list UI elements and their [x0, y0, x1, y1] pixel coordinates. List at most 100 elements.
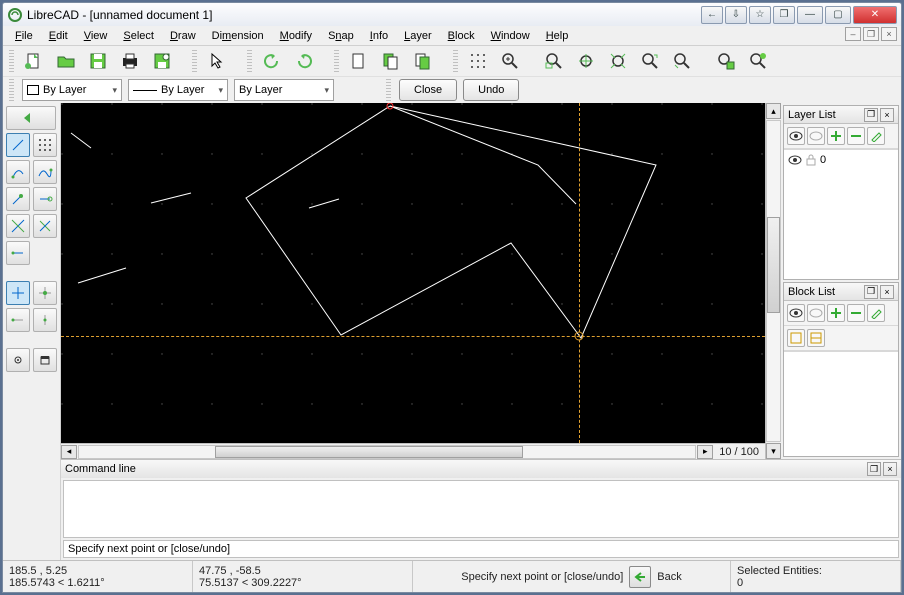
open-icon[interactable]	[52, 48, 80, 74]
layer-add-icon[interactable]	[827, 127, 845, 145]
zoom-in-icon[interactable]	[496, 48, 524, 74]
menu-window[interactable]: Window	[483, 28, 538, 44]
print-icon[interactable]	[116, 48, 144, 74]
zoom-window-icon[interactable]	[636, 48, 664, 74]
spline-tool-icon[interactable]	[33, 160, 57, 184]
menu-draw[interactable]: Draw	[162, 28, 204, 44]
scroll-left-icon[interactable]: ◂	[61, 445, 77, 459]
new-icon[interactable]	[20, 48, 48, 74]
v-scrollbar[interactable]: ▴ ▾	[765, 103, 781, 459]
block-showall-icon[interactable]	[787, 304, 805, 322]
layer-row[interactable]: 0	[788, 154, 894, 166]
panel-close-icon[interactable]: ×	[880, 285, 894, 299]
menu-dimension[interactable]: Dimension	[204, 28, 272, 44]
center-snap-icon[interactable]	[6, 308, 30, 332]
panel-close-icon[interactable]: ×	[883, 462, 897, 476]
grip-icon[interactable]	[9, 50, 14, 72]
cut-icon[interactable]	[345, 48, 373, 74]
paste-icon[interactable]	[409, 48, 437, 74]
grip-icon[interactable]	[9, 79, 14, 101]
block-edit-icon[interactable]	[867, 304, 885, 322]
endpoint-snap-icon[interactable]	[6, 281, 30, 305]
lock-tool-icon[interactable]	[6, 348, 30, 372]
redraw-icon[interactable]	[744, 48, 772, 74]
offset-tool-icon[interactable]	[6, 241, 30, 265]
help-context-icon[interactable]: ←	[701, 6, 723, 24]
menu-file[interactable]: File	[7, 28, 41, 44]
regen-icon[interactable]	[712, 48, 740, 74]
menu-snap[interactable]: Snap	[320, 28, 362, 44]
save-as-icon[interactable]	[148, 48, 176, 74]
close-action-button[interactable]: Close	[399, 79, 457, 101]
zoom-pan-icon[interactable]	[668, 48, 696, 74]
layer-edit-icon[interactable]	[867, 127, 885, 145]
grid-tool-icon[interactable]	[33, 133, 57, 157]
block-hideall-icon[interactable]	[807, 304, 825, 322]
menu-edit[interactable]: Edit	[41, 28, 76, 44]
block-insert-icon[interactable]	[787, 329, 805, 347]
snap-int-tool-icon[interactable]	[6, 214, 30, 238]
grid-icon[interactable]	[464, 48, 492, 74]
layer-hideall-icon[interactable]	[807, 127, 825, 145]
block-save-icon[interactable]	[807, 329, 825, 347]
menu-select[interactable]: Select	[115, 28, 162, 44]
favorite-icon[interactable]: ☆	[749, 6, 771, 24]
width-combo[interactable]: By Layer▾	[128, 79, 228, 101]
menu-help[interactable]: Help	[538, 28, 577, 44]
drawing-canvas[interactable]	[61, 103, 765, 443]
settings-icon[interactable]: ⇩	[725, 6, 747, 24]
grip-icon[interactable]	[247, 50, 252, 72]
arc-tool-icon[interactable]	[6, 160, 30, 184]
scroll-up-icon[interactable]: ▴	[766, 103, 781, 119]
zoom-out-icon[interactable]	[540, 48, 568, 74]
h-scrollbar[interactable]: ◂ ▸ 10 / 100	[61, 443, 765, 459]
block-tool-icon[interactable]	[33, 348, 57, 372]
snap-end-tool-icon[interactable]	[33, 187, 57, 211]
command-input[interactable]: Specify next point or [close/undo]	[63, 540, 899, 558]
zoom-prev-icon[interactable]	[604, 48, 632, 74]
redo-icon[interactable]	[290, 48, 318, 74]
undo-action-button[interactable]: Undo	[463, 79, 519, 101]
cascade-icon[interactable]: ❐	[773, 6, 795, 24]
panel-close-icon[interactable]: ×	[880, 108, 894, 122]
grip-icon[interactable]	[453, 50, 458, 72]
menu-info[interactable]: Info	[362, 28, 396, 44]
menu-view[interactable]: View	[76, 28, 116, 44]
undo-icon[interactable]	[258, 48, 286, 74]
trim-tool-icon[interactable]	[33, 214, 57, 238]
panel-float-icon[interactable]: ❐	[867, 462, 881, 476]
scroll-down-icon[interactable]: ▾	[766, 443, 781, 459]
h-scroll-thumb[interactable]	[215, 446, 523, 458]
cursor-icon[interactable]	[203, 48, 231, 74]
copy-icon[interactable]	[377, 48, 405, 74]
minimize-button[interactable]: —	[797, 6, 823, 24]
move-tool-icon[interactable]	[6, 187, 30, 211]
close-button[interactable]: ✕	[853, 6, 897, 24]
layer-showall-icon[interactable]	[787, 127, 805, 145]
linetype-combo[interactable]: By Layer▾	[234, 79, 334, 101]
mdi-minimize-button[interactable]: –	[845, 27, 861, 41]
layer-remove-icon[interactable]	[847, 127, 865, 145]
panel-float-icon[interactable]: ❐	[864, 285, 878, 299]
zoom-auto-icon[interactable]	[572, 48, 600, 74]
maximize-button[interactable]: ▢	[825, 6, 851, 24]
line-tool-icon[interactable]	[6, 133, 30, 157]
menu-layer[interactable]: Layer	[396, 28, 440, 44]
mdi-close-button[interactable]: ×	[881, 27, 897, 41]
back-tool-icon[interactable]	[6, 106, 56, 130]
color-combo[interactable]: By Layer▾	[22, 79, 122, 101]
grip-icon[interactable]	[334, 50, 339, 72]
block-remove-icon[interactable]	[847, 304, 865, 322]
menu-block[interactable]: Block	[440, 28, 483, 44]
scroll-right-icon[interactable]: ▸	[697, 445, 713, 459]
grip-icon[interactable]	[386, 79, 391, 101]
back-status-button[interactable]	[629, 566, 651, 588]
menu-modify[interactable]: Modify	[272, 28, 320, 44]
block-add-icon[interactable]	[827, 304, 845, 322]
panel-float-icon[interactable]: ❐	[864, 108, 878, 122]
midpoint-snap-icon[interactable]	[33, 281, 57, 305]
mdi-restore-button[interactable]: ❐	[863, 27, 879, 41]
perp-snap-icon[interactable]	[33, 308, 57, 332]
save-icon[interactable]	[84, 48, 112, 74]
v-scroll-thumb[interactable]	[767, 217, 780, 313]
